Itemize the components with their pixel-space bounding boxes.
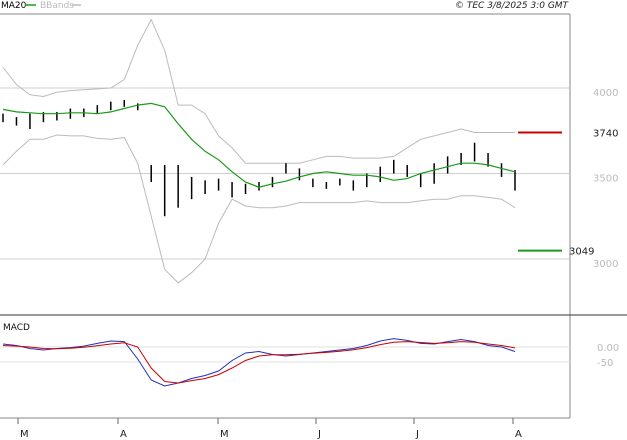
ma20-line (2, 102, 516, 188)
copyright-notice: © TEC 3/8/2025 3:0 GMT (455, 1, 570, 11)
x-tick-label: J (415, 429, 419, 440)
legend-ma20: MA20 (1, 1, 27, 11)
chart-svg: MA20 BBands © TEC 3/8/2025 3:0 GMT 4000 3… (0, 1, 627, 440)
x-tick-label: A (120, 429, 127, 440)
macd-y-tick-label: 0.00 (597, 343, 619, 354)
x-tick-label: J (317, 429, 321, 440)
x-axis: MAMJJA (17, 418, 522, 440)
legend: MA20 BBands © TEC 3/8/2025 3:0 GMT (1, 1, 570, 11)
support-label: 3049 (569, 247, 594, 258)
x-tick-label: M (20, 429, 29, 440)
legend-bbands: BBands (40, 1, 74, 11)
macd-panel: MACD 0.00 -50 (0, 323, 619, 387)
bbands-lower-line (2, 134, 516, 284)
x-tick-label: A (515, 429, 522, 440)
y-tick-label: 3000 (593, 259, 618, 270)
macd-title: MACD (3, 323, 30, 333)
bbands-upper-line (2, 18, 515, 164)
price-panel: 4000 3500 3000 3740 3049 (0, 18, 618, 284)
resistance-label: 3740 (593, 128, 618, 139)
x-tick-label: M (220, 429, 229, 440)
y-tick-label: 4000 (593, 88, 618, 99)
y-tick-label: 3500 (593, 174, 618, 185)
macd-y-tick-label: -50 (597, 358, 613, 369)
